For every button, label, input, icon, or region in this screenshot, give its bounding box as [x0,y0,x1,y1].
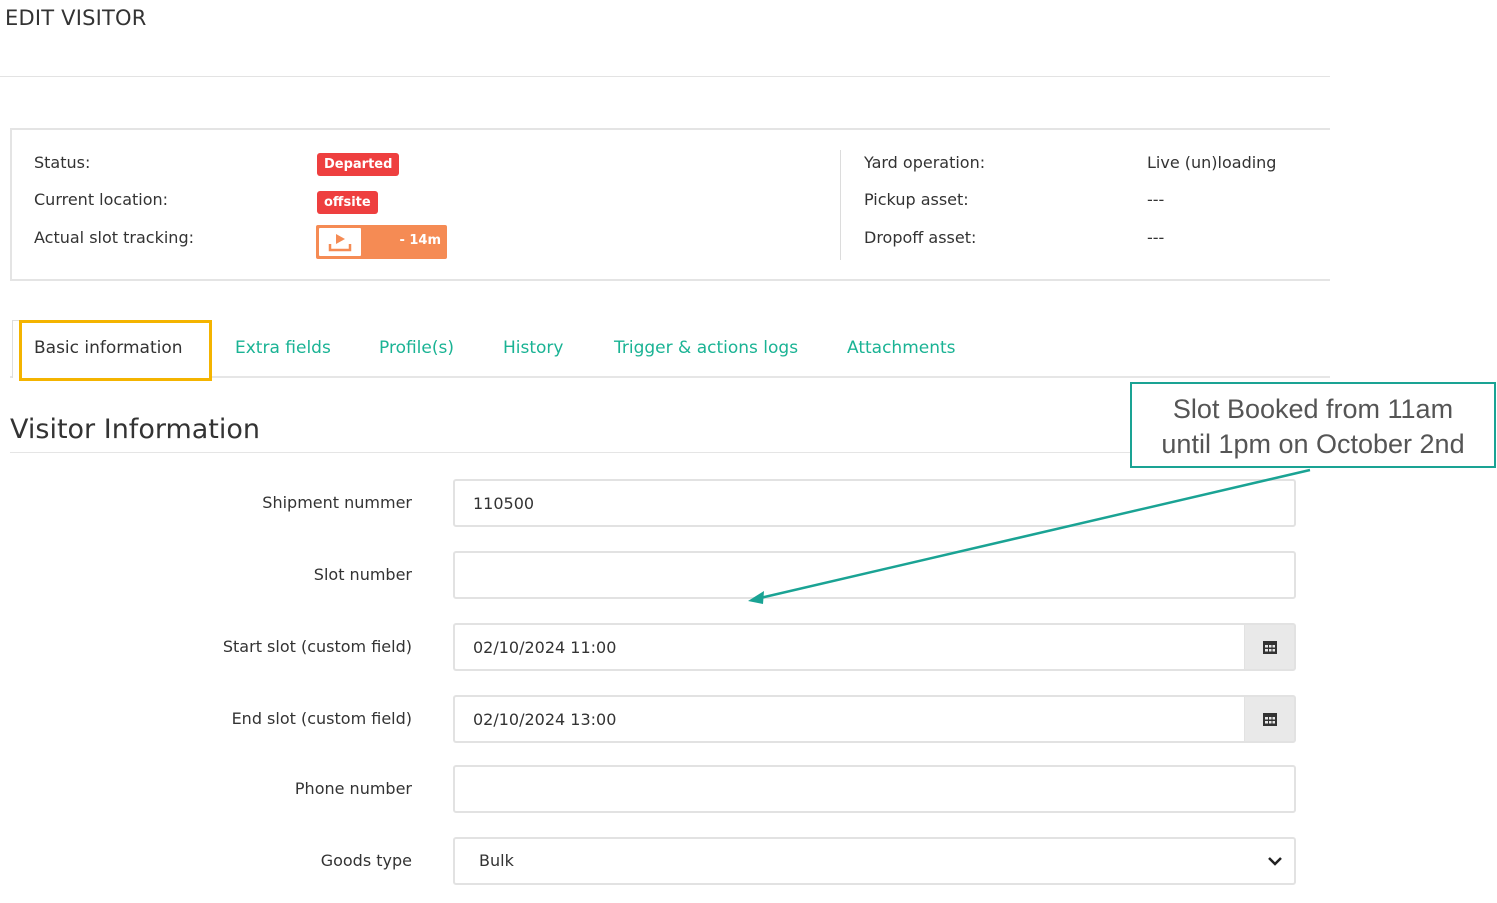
annotation-line-2: until 1pm on October 2nd [1161,429,1465,459]
annotation-callout: Slot Booked from 11am until 1pm on Octob… [1130,382,1496,468]
annotation-line-1: Slot Booked from 11am [1172,394,1454,424]
